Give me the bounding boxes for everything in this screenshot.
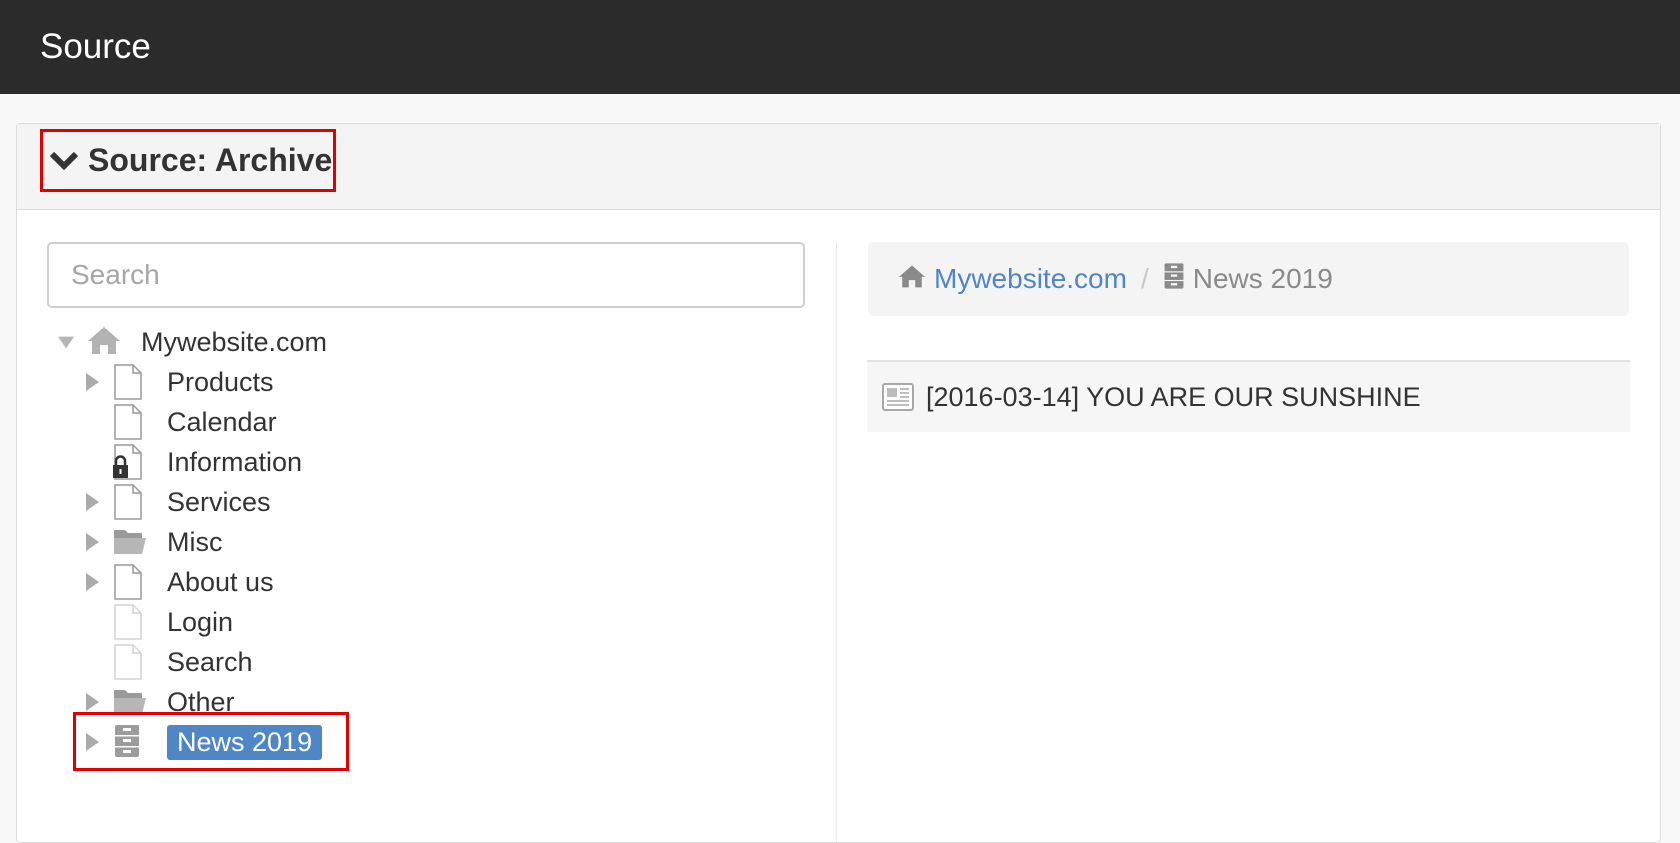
list-item[interactable]: [2016-03-14] YOU ARE OUR SUNSHINE xyxy=(867,362,1630,432)
hidden-page-icon xyxy=(113,604,145,640)
tree-item-label: Services xyxy=(167,486,271,517)
page-icon xyxy=(113,564,145,600)
content-list: [2016-03-14] YOU ARE OUR SUNSHINE xyxy=(867,360,1630,432)
tree-root[interactable]: Mywebsite.com xyxy=(57,322,327,362)
tree-item-label: About us xyxy=(167,566,274,597)
folder-icon xyxy=(113,524,146,560)
source-panel: Source: Archive Mywebsite.com Products C… xyxy=(16,123,1661,843)
news-icon xyxy=(882,383,914,411)
tree-item-search[interactable]: Search xyxy=(83,642,253,682)
page-title: Source xyxy=(40,27,151,66)
expand-arrow-icon[interactable] xyxy=(83,731,101,753)
tree-item-products[interactable]: Products xyxy=(83,362,274,402)
expand-arrow-icon[interactable] xyxy=(83,531,101,553)
breadcrumb-home-link[interactable]: Mywebsite.com xyxy=(934,263,1127,295)
tree-item-calendar[interactable]: Calendar xyxy=(83,402,277,442)
tree-item-label: Login xyxy=(167,606,234,637)
home-icon xyxy=(898,263,926,296)
panel-collapse-toggle[interactable]: Source: Archive xyxy=(40,129,336,192)
tree-item-news-2019[interactable]: News 2019 xyxy=(83,722,323,762)
page-icon xyxy=(113,364,145,400)
panel-heading-label: Source: Archive xyxy=(88,142,333,178)
expand-arrow-icon[interactable] xyxy=(83,691,101,713)
tree-item-label: Misc xyxy=(167,526,223,557)
expanded-arrow-icon[interactable] xyxy=(57,331,75,353)
breadcrumb-separator: / xyxy=(1140,263,1149,294)
home-icon xyxy=(87,324,120,360)
hidden-page-icon xyxy=(113,644,145,680)
tree-item-misc[interactable]: Misc xyxy=(83,522,223,562)
archive-icon xyxy=(113,724,145,760)
tree-item-label: Products xyxy=(167,366,274,397)
tree-item-services[interactable]: Services xyxy=(83,482,271,522)
tree-item-login[interactable]: Login xyxy=(83,602,233,642)
archive-icon xyxy=(1163,262,1185,297)
breadcrumb-current: News 2019 xyxy=(1192,263,1333,294)
tree-item-information[interactable]: Information xyxy=(83,442,302,482)
tree-item-label: News 2019 xyxy=(167,724,323,760)
pane-divider xyxy=(836,242,837,842)
locked-page-icon xyxy=(113,444,145,480)
page-icon xyxy=(113,404,145,440)
expand-arrow-icon[interactable] xyxy=(83,491,101,513)
top-bar: Source xyxy=(0,0,1680,94)
tree-item-label: Calendar xyxy=(167,406,277,437)
tree-item-label: Information xyxy=(167,446,303,477)
tree-item-about-us[interactable]: About us xyxy=(83,562,274,602)
expand-arrow-icon[interactable] xyxy=(83,371,101,393)
panel-heading: Source: Archive xyxy=(17,124,1660,210)
chevron-down-icon xyxy=(49,151,79,170)
breadcrumb: Mywebsite.com / News 2019 xyxy=(868,242,1629,316)
list-item-label: [2016-03-14] YOU ARE OUR SUNSHINE xyxy=(926,381,1421,412)
page-icon xyxy=(113,484,145,520)
tree-item-label: Mywebsite.com xyxy=(141,326,328,357)
tree-item-label: Search xyxy=(167,646,253,677)
tree-search-input[interactable] xyxy=(47,242,805,308)
expand-arrow-icon[interactable] xyxy=(83,571,101,593)
